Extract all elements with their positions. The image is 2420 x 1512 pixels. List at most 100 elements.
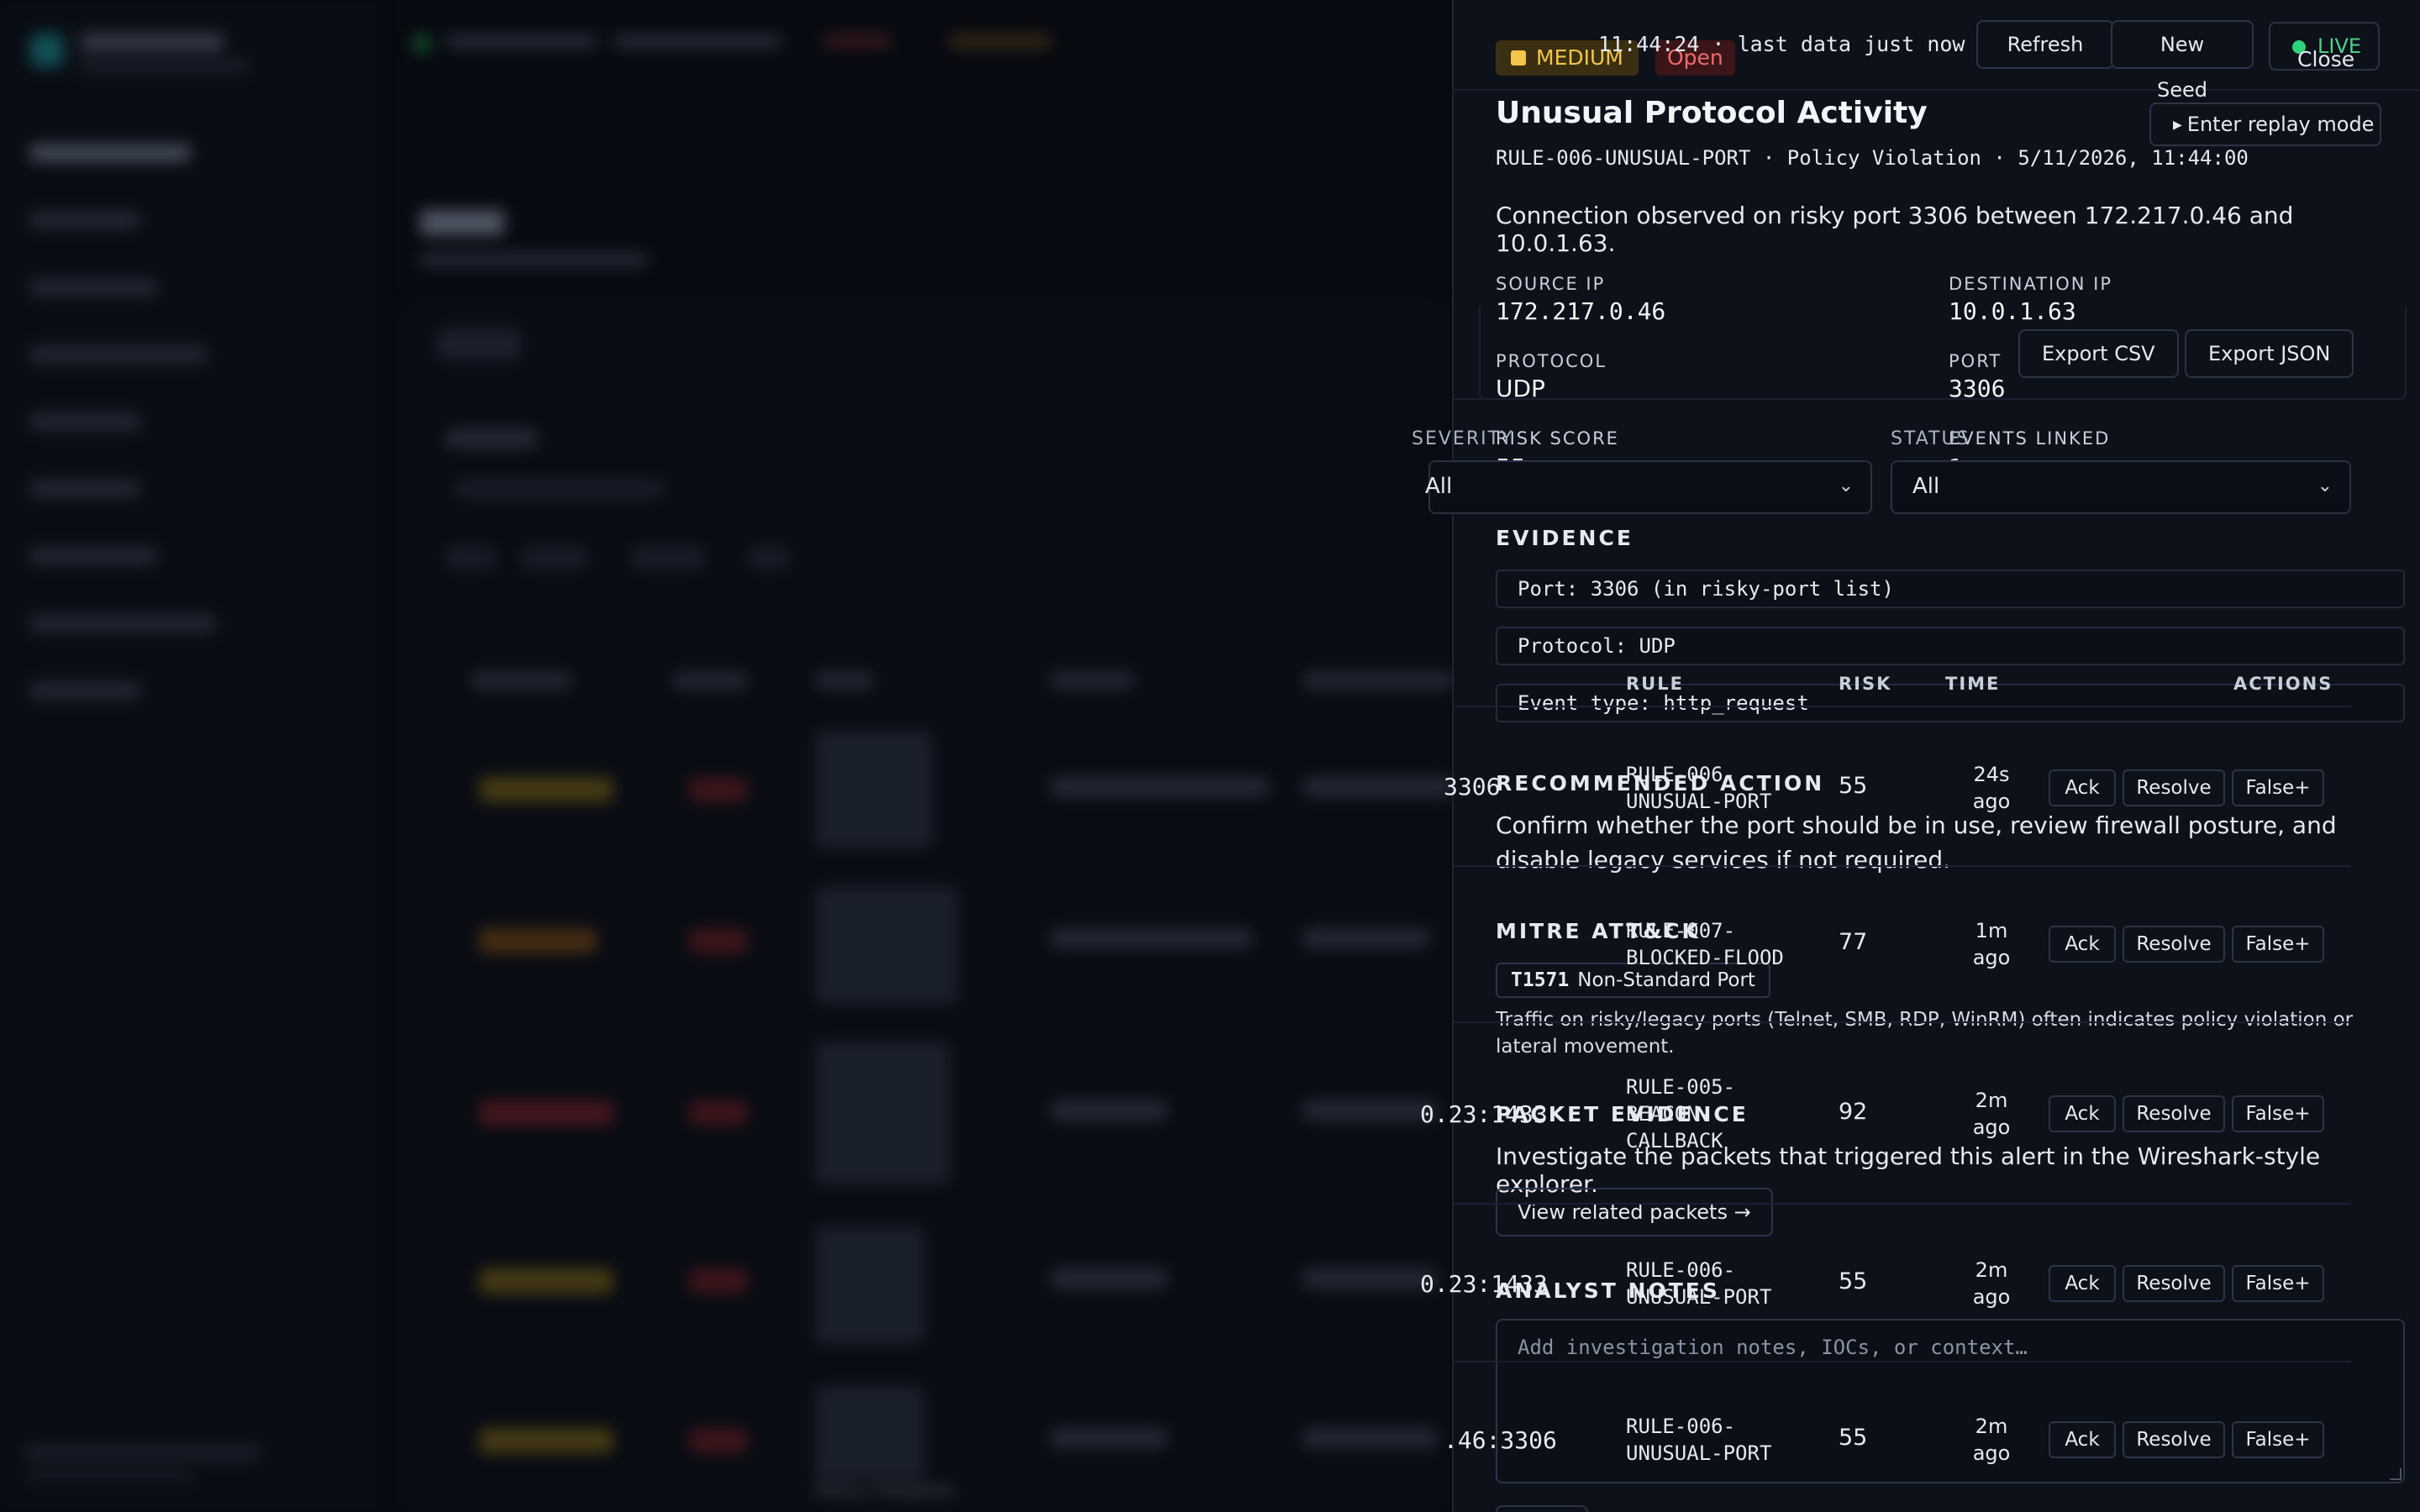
bg-dst [1302, 777, 1454, 797]
row-time: 2m ago [1958, 1413, 2025, 1467]
time-line: ago [1972, 946, 2011, 969]
severity-filter-label: SEVERITY [1412, 428, 1514, 449]
false-positive-button[interactable]: False+ [2232, 1095, 2324, 1132]
row-risk: 92 [1839, 1099, 1868, 1125]
bg-nav-item [30, 279, 156, 296]
bg-src [1050, 1268, 1168, 1289]
row-risk: 77 [1839, 929, 1868, 955]
export-json-button[interactable]: Export JSON [2185, 329, 2354, 378]
refresh-button[interactable]: Refresh [1976, 20, 2114, 69]
time-line: 1m [1975, 919, 2008, 942]
col-actions-header: ACTIONS [2233, 674, 2333, 694]
rule-line: BEACON- [1626, 1102, 1712, 1126]
status-filter-select[interactable]: All ⌄ [1891, 460, 2351, 514]
time-line: ago [1972, 1441, 2011, 1465]
row-time: 24s ago [1958, 761, 2025, 815]
rule-line: RULE-006- [1626, 1415, 1736, 1438]
bg-dst [1302, 1100, 1437, 1121]
new-seed-button[interactable]: New Seed [2111, 20, 2254, 102]
bg-severity [479, 1268, 613, 1294]
rule-line: CALLBACK [1626, 1129, 1723, 1152]
severity-filter-value: All [1425, 474, 1453, 499]
protocol-label: PROTOCOL [1496, 351, 1607, 371]
resolve-button[interactable]: Resolve [2123, 926, 2225, 963]
resolve-button[interactable]: Resolve [2123, 1421, 2225, 1458]
resolve-button[interactable]: Resolve [2123, 1265, 2225, 1302]
bg-subheading [420, 252, 647, 267]
ack-button[interactable]: Ack [2049, 1265, 2116, 1302]
severity-filter-select[interactable]: All ⌄ [1425, 460, 1872, 514]
export-csv-button[interactable]: Export CSV [2018, 329, 2179, 378]
bg-nav-item [30, 346, 207, 363]
table-top-divider [1454, 398, 2351, 400]
col-time-header: TIME [1945, 674, 2001, 694]
bg-dst [1302, 1428, 1437, 1448]
source-ip-value: 172.217.0.46 [1496, 297, 1666, 325]
bg-input [454, 479, 664, 499]
row-divider [1454, 1361, 2351, 1362]
bg-title [815, 1226, 924, 1344]
bg-chip [521, 546, 588, 570]
bg-nav-item [30, 144, 190, 161]
false-positive-button[interactable]: False+ [2232, 1265, 2324, 1302]
alert-title: Unusual Protocol Activity [1496, 96, 1928, 130]
play-icon: ▶ [2173, 118, 2182, 132]
time-line: ago [1972, 1285, 2011, 1309]
bg-col [1050, 672, 1134, 689]
rule-line: RULE-007- [1626, 919, 1736, 942]
rule-line: RULE-006- [1626, 1258, 1736, 1282]
col-risk-header: RISK [1839, 674, 1892, 694]
bg-src [1050, 1100, 1168, 1121]
bg-dst [1302, 928, 1428, 948]
resize-grip-icon[interactable] [2390, 1468, 2402, 1480]
resolve-button[interactable]: Resolve [2123, 1095, 2225, 1132]
bg-nav-item [30, 212, 139, 228]
false-positive-button[interactable]: False+ [2232, 1421, 2324, 1458]
bg-chip [445, 546, 496, 570]
bg-nav-item [30, 548, 156, 564]
alert-description: Connection observed on risky port 3306 b… [1496, 202, 2294, 257]
time-line: 2m [1975, 1258, 2008, 1282]
bg-severity [479, 928, 597, 953]
save-notes-button[interactable] [1496, 1505, 1588, 1512]
chevron-down-icon: ⌄ [1838, 475, 1854, 496]
bg-status [689, 1268, 748, 1294]
severity-square-icon [1511, 50, 1526, 66]
bg-src [1050, 928, 1252, 948]
bg-footer [25, 1445, 260, 1460]
false-positive-button[interactable]: False+ [2232, 769, 2324, 806]
ack-button[interactable]: Ack [2049, 769, 2116, 806]
bg-title [815, 1386, 924, 1478]
resolve-button[interactable]: Resolve [2123, 769, 2225, 806]
background-app: Policy Violation [0, 0, 1462, 1512]
bg-dst [1302, 1268, 1437, 1289]
evidence-heading: EVIDENCE [1496, 526, 1634, 550]
bg-col [471, 672, 571, 689]
row-rule: RULE-006- UNUSUAL-PORT [1626, 761, 1771, 815]
bg-status-dot [412, 34, 432, 54]
rule-line: BLOCKED-FLOOD [1626, 946, 1784, 969]
row-divider [1454, 1203, 2351, 1205]
bg-top-item [950, 34, 1050, 49]
row-divider [1454, 865, 2351, 867]
time-line: 2m [1975, 1415, 2008, 1438]
rule-line: RULE-006- [1626, 763, 1736, 786]
row-risk: 55 [1839, 773, 1868, 799]
ack-button[interactable]: Ack [2049, 1421, 2116, 1458]
last-data-timestamp: 11:44:24 · last data just now [1598, 32, 1965, 56]
port-label: PORT [1949, 351, 2002, 371]
false-positive-button[interactable]: False+ [2232, 926, 2324, 963]
bg-sidebar [0, 0, 378, 1512]
ack-button[interactable]: Ack [2049, 926, 2116, 963]
close-button[interactable]: Close [2297, 47, 2354, 71]
bg-top-item [823, 34, 891, 49]
dest-ip-label: DESTINATION IP [1949, 274, 2113, 294]
chevron-down-icon: ⌄ [2317, 475, 2333, 496]
ack-button[interactable]: Ack [2049, 1095, 2116, 1132]
bg-nav-item [30, 480, 139, 497]
replay-mode-button[interactable]: ▶ Enter replay mode [2149, 102, 2381, 146]
alert-subtitle: RULE-006-UNUSUAL-PORT · Policy Violation… [1496, 146, 2249, 170]
bg-title [815, 886, 958, 1004]
view-packets-button[interactable]: View related packets → [1496, 1188, 1773, 1236]
row-divider [1454, 1021, 2351, 1023]
